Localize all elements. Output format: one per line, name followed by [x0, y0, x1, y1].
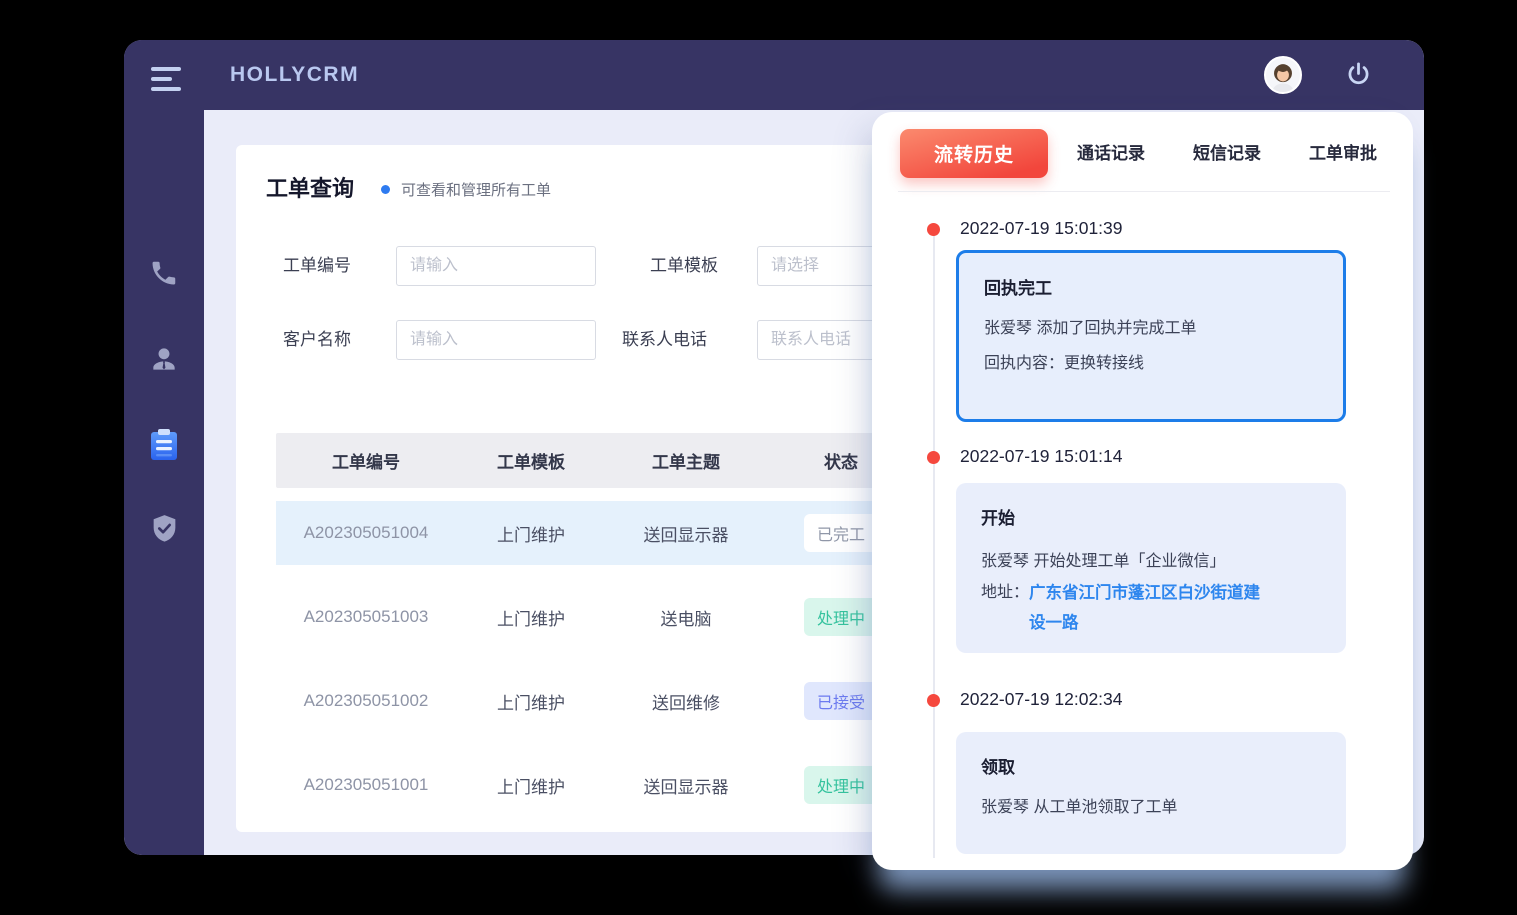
clipboard-icon [149, 428, 179, 467]
timeline-dot-icon [927, 223, 940, 236]
page-subtitle-text: 可查看和管理所有工单 [401, 179, 551, 200]
user-avatar[interactable] [1264, 56, 1302, 94]
timeline-card-address-row: 地址： 广东省江门市蓬江区白沙街道建设一路 [981, 578, 1321, 638]
timeline-card-claimed[interactable]: 领取 张爱琴 从工单池领取了工单 [956, 732, 1346, 854]
sidebar-item-work-orders[interactable] [124, 418, 204, 476]
timeline-card-line: 张爱琴 从工单池领取了工单 [981, 790, 1321, 825]
address-label: 地址： [981, 578, 1029, 638]
tab-sms-records[interactable]: 短信记录 [1182, 129, 1272, 178]
timeline-card-title: 回执完工 [984, 274, 1318, 299]
customer-name-input[interactable] [396, 320, 596, 360]
status-badge: 处理中 [804, 766, 878, 804]
topbar: HOLLYCRM [124, 40, 1424, 110]
person-icon [148, 343, 180, 380]
timeline-timestamp: 2022-07-19 15:01:14 [960, 446, 1123, 467]
page-subtitle: 可查看和管理所有工单 [381, 179, 551, 200]
timeline-card-line: 张爱琴 添加了回执并完成工单 [984, 311, 1318, 346]
table-header-subject: 工单主题 [606, 448, 766, 473]
sidebar-nav [124, 40, 204, 855]
timeline-card-title: 领取 [981, 753, 1321, 778]
phone-icon [149, 258, 179, 293]
status-badge: 已完工 [804, 514, 878, 552]
app-logo: HOLLYCRM [230, 40, 359, 110]
address-link[interactable]: 广东省江门市蓬江区白沙街道建设一路 [1029, 578, 1264, 638]
power-icon[interactable] [1344, 60, 1373, 89]
filter-label-contact-phone: 联系人电话 [622, 320, 707, 360]
page-title: 工单查询 [266, 171, 354, 203]
timeline-timestamp: 2022-07-19 12:02:34 [960, 689, 1123, 710]
tab-call-records[interactable]: 通话记录 [1066, 129, 1156, 178]
timeline-timestamp: 2022-07-19 15:01:39 [960, 218, 1123, 239]
tab-order-approval[interactable]: 工单审批 [1298, 129, 1388, 178]
timeline-card-start[interactable]: 开始 张爱琴 开始处理工单「企业微信」 地址： 广东省江门市蓬江区白沙街道建设一… [956, 483, 1346, 653]
sidebar-item-phone[interactable] [124, 246, 204, 304]
table-header-order-id: 工单编号 [276, 448, 456, 473]
status-badge: 已接受 [804, 682, 878, 720]
tab-circulation-history[interactable]: 流转历史 [900, 129, 1048, 178]
order-detail-panel: 流转历史 通话记录 短信记录 工单审批 2022-07-19 15:01:39 … [872, 112, 1413, 870]
status-badge: 处理中 [804, 598, 878, 636]
timeline-dot-icon [927, 451, 940, 464]
shield-check-icon [149, 513, 180, 549]
timeline-card-line: 张爱琴 开始处理工单「企业微信」 [981, 545, 1321, 578]
blue-dot-icon [381, 185, 390, 194]
timeline-card-completed[interactable]: 回执完工 张爱琴 添加了回执并完成工单 回执内容：更换转接线 [956, 250, 1346, 422]
filter-label-order-template: 工单模板 [650, 246, 718, 286]
filter-label-order-id: 工单编号 [283, 246, 351, 286]
sidebar-item-security[interactable] [124, 502, 204, 560]
desktop-background: HOLLYCRM 工单查询 可查看和管理所有工单 [0, 0, 1517, 915]
timeline-dot-icon [927, 694, 940, 707]
table-header-template: 工单模板 [456, 448, 606, 473]
order-id-input[interactable] [396, 246, 596, 286]
timeline-card-line: 回执内容：更换转接线 [984, 346, 1318, 381]
timeline-line [933, 230, 935, 858]
timeline-card-title: 开始 [981, 504, 1321, 529]
tabs-divider [898, 191, 1390, 192]
menu-icon[interactable] [151, 67, 181, 97]
filter-label-customer-name: 客户名称 [283, 320, 351, 360]
sidebar-item-contacts[interactable] [124, 332, 204, 390]
